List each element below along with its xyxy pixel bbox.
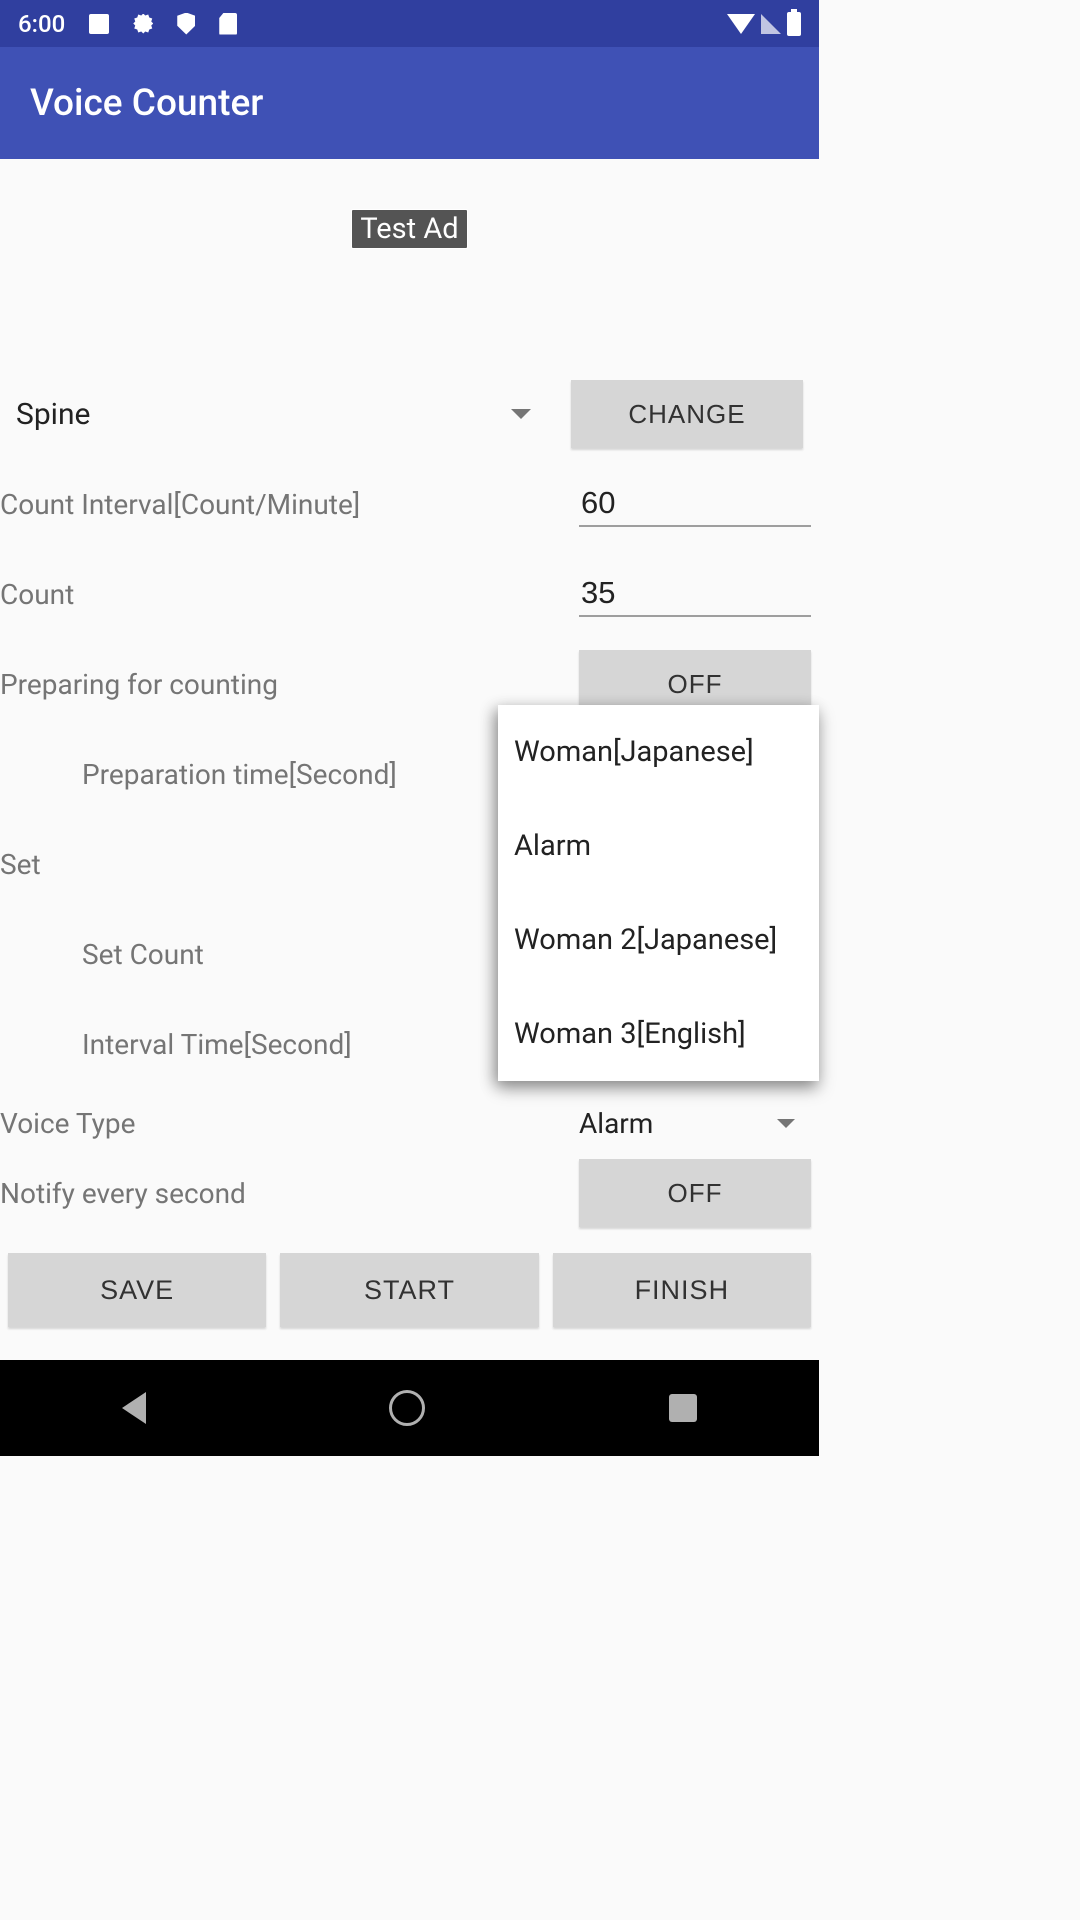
signal-icon [761,14,781,34]
wifi-icon [727,14,755,34]
voice-type-value: Alarm [579,1107,653,1140]
count-input[interactable] [579,571,811,617]
gear-icon [133,14,153,34]
ad-row: Test Ad [0,159,819,369]
count-label: Count [0,578,579,611]
popup-item-alarm[interactable]: Alarm [498,799,819,893]
notify-label: Notify every second [0,1177,579,1210]
count-row: Count [0,549,819,639]
voice-type-dropdown[interactable]: Alarm [579,1107,811,1140]
popup-item-woman-jp[interactable]: Woman[Japanese] [498,705,819,799]
nav-recent-button[interactable] [669,1394,697,1422]
status-time: 6:00 [18,10,65,38]
popup-item-woman-3-en[interactable]: Woman 3[English] [498,987,819,1081]
change-button[interactable]: CHANGE [571,380,803,448]
lang-icon [89,14,109,34]
voice-type-row: Voice Type Alarm [0,1089,819,1157]
ad-label[interactable]: Test Ad [351,209,467,249]
count-interval-input[interactable] [579,481,811,527]
finish-button[interactable]: FINISH [553,1253,811,1327]
count-interval-row: Count Interval[Count/Minute] [0,459,819,549]
voice-type-popup: Woman[Japanese] Alarm Woman 2[Japanese] … [498,705,819,1081]
nav-back-button[interactable] [122,1392,146,1424]
app-bar: Voice Counter [0,47,819,159]
chevron-down-icon [511,409,531,419]
sd-card-icon [219,13,237,35]
status-bar: 6:00 [0,0,819,47]
notify-toggle-button[interactable]: OFF [579,1159,811,1227]
save-button[interactable]: SAVE [8,1253,266,1327]
start-button[interactable]: START [280,1253,538,1327]
notify-row: Notify every second OFF [0,1157,819,1229]
preset-row: Spine CHANGE [0,369,819,459]
status-left: 6:00 [18,10,237,38]
preset-dropdown[interactable]: Spine [16,380,571,448]
status-icons-left [89,13,237,35]
app-title: Voice Counter [30,82,263,125]
shield-icon [177,13,195,35]
nav-home-button[interactable] [389,1390,425,1426]
popup-item-woman-2-jp[interactable]: Woman 2[Japanese] [498,893,819,987]
status-icons-right [727,12,801,36]
bottom-buttons: SAVE START FINISH [0,1253,819,1327]
nav-bar [0,1360,819,1456]
preset-value: Spine [16,397,90,432]
voice-type-label: Voice Type [0,1107,579,1140]
count-interval-label: Count Interval[Count/Minute] [0,488,579,521]
preparing-label: Preparing for counting [0,668,579,701]
chevron-down-icon [777,1119,795,1128]
battery-icon [787,12,801,36]
